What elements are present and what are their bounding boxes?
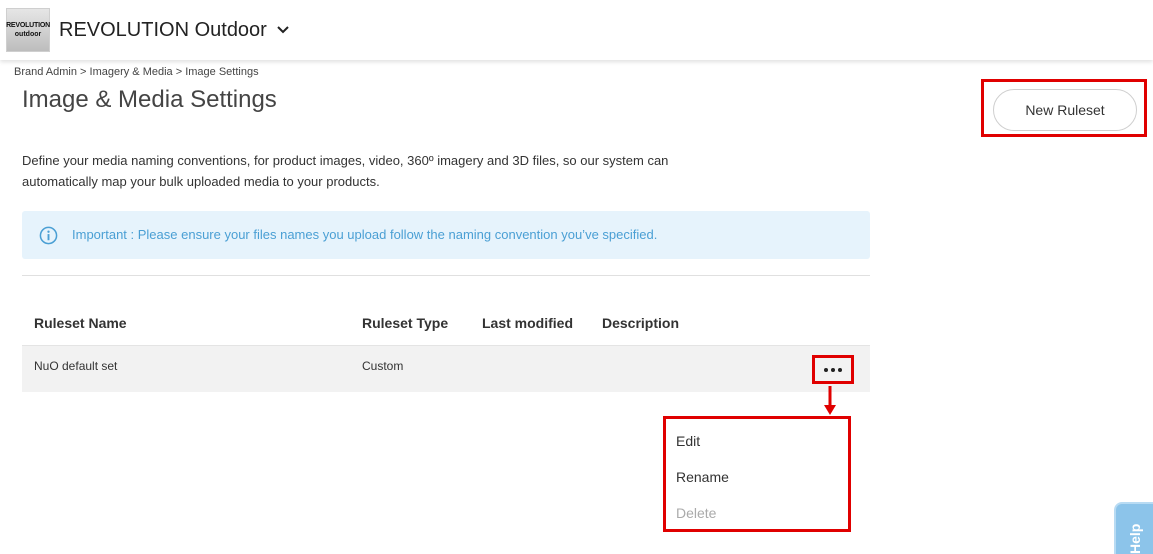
row-actions-button[interactable] xyxy=(812,355,854,384)
brand-logo[interactable]: REVOLUTION outdoor xyxy=(6,8,50,52)
chevron-down-icon[interactable] xyxy=(276,23,290,37)
column-header-ruleset-type[interactable]: Ruleset Type xyxy=(362,315,448,331)
breadcrumb: Brand Admin > Imagery & Media > Image Se… xyxy=(14,66,259,78)
new-ruleset-button[interactable]: New Ruleset xyxy=(993,89,1137,131)
ruleset-type-cell: Custom xyxy=(362,359,404,373)
info-text: Important : Please ensure your files nam… xyxy=(72,227,658,242)
top-bar: REVOLUTION outdoor REVOLUTION Outdoor xyxy=(0,0,1153,60)
page-title: Image & Media Settings xyxy=(22,86,277,113)
logo-line-2: outdoor xyxy=(14,31,42,38)
logo-line-1: REVOLUTION xyxy=(6,22,50,29)
table-row[interactable]: NuO default set Custom xyxy=(22,345,870,392)
more-dot-icon xyxy=(831,367,835,372)
column-header-ruleset-name[interactable]: Ruleset Name xyxy=(34,315,127,331)
brand-name[interactable]: REVOLUTION Outdoor xyxy=(59,19,267,42)
more-dot-icon xyxy=(838,367,842,372)
info-banner: Important : Please ensure your files nam… xyxy=(22,211,870,259)
row-actions-menu: Edit Rename Delete xyxy=(663,416,851,532)
help-label: Help xyxy=(1127,523,1143,554)
more-dot-icon xyxy=(824,367,828,372)
column-header-description[interactable]: Description xyxy=(602,315,679,331)
menu-item-rename[interactable]: Rename xyxy=(676,469,729,485)
arrow-down-icon xyxy=(824,386,836,415)
column-header-last-modified[interactable]: Last modified xyxy=(482,315,573,331)
info-circle-icon xyxy=(39,226,58,245)
page-description: Define your media naming conventions, fo… xyxy=(22,153,669,189)
menu-item-delete[interactable]: Delete xyxy=(676,505,716,521)
divider xyxy=(22,275,870,276)
help-tab[interactable]: Help xyxy=(1114,502,1153,554)
menu-item-edit[interactable]: Edit xyxy=(676,433,700,449)
ruleset-name-cell: NuO default set xyxy=(34,359,118,373)
